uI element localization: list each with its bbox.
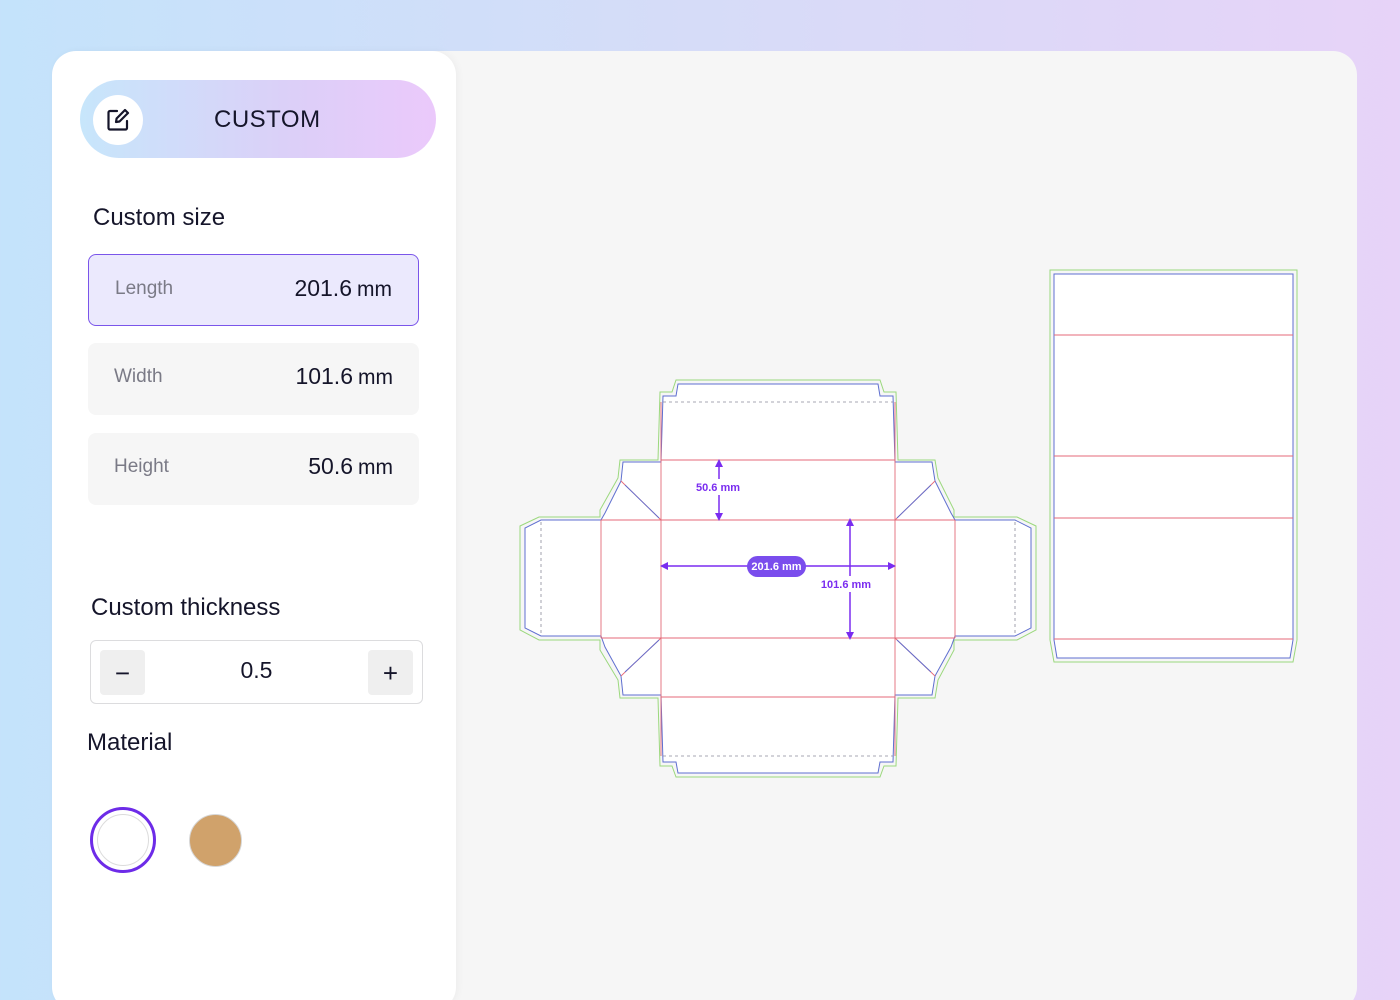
edit-icon [107, 108, 130, 131]
custom-thickness-title: Custom thickness [91, 594, 281, 621]
mode-label: CUSTOM [214, 106, 321, 133]
length-value[interactable]: 201.6 mm [294, 275, 392, 302]
custom-mode-button[interactable]: CUSTOM [80, 80, 436, 158]
mode-icon-badge [93, 95, 143, 145]
length-dimension-label: 201.6 mm [751, 561, 801, 573]
settings-sidebar: CUSTOM Custom size Length 201.6 mm Width … [52, 51, 456, 1000]
white-swatch-fill [97, 814, 149, 866]
height-field[interactable]: Height 50.6 mm [88, 433, 419, 505]
width-label: Width [114, 366, 163, 387]
height-label: Height [114, 456, 169, 477]
material-swatch-white[interactable] [90, 807, 156, 873]
width-dimension-label: 101.6 mm [821, 579, 871, 591]
custom-size-title: Custom size [93, 204, 226, 231]
material-title: Material [87, 729, 173, 756]
material-swatch-kraft[interactable] [189, 814, 242, 867]
height-value[interactable]: 50.6 mm [308, 453, 393, 480]
thickness-increment-button[interactable]: + [368, 650, 413, 695]
width-value[interactable]: 101.6 mm [295, 363, 393, 390]
width-field[interactable]: Width 101.6 mm [88, 343, 419, 415]
length-field[interactable]: Length 201.6 mm [88, 254, 419, 326]
thickness-stepper[interactable]: − 0.5 + [90, 640, 423, 704]
cut-outline-sleeve [1053, 273, 1294, 659]
length-label: Length [115, 278, 174, 299]
height-dimension-label: 50.6 mm [696, 482, 740, 494]
